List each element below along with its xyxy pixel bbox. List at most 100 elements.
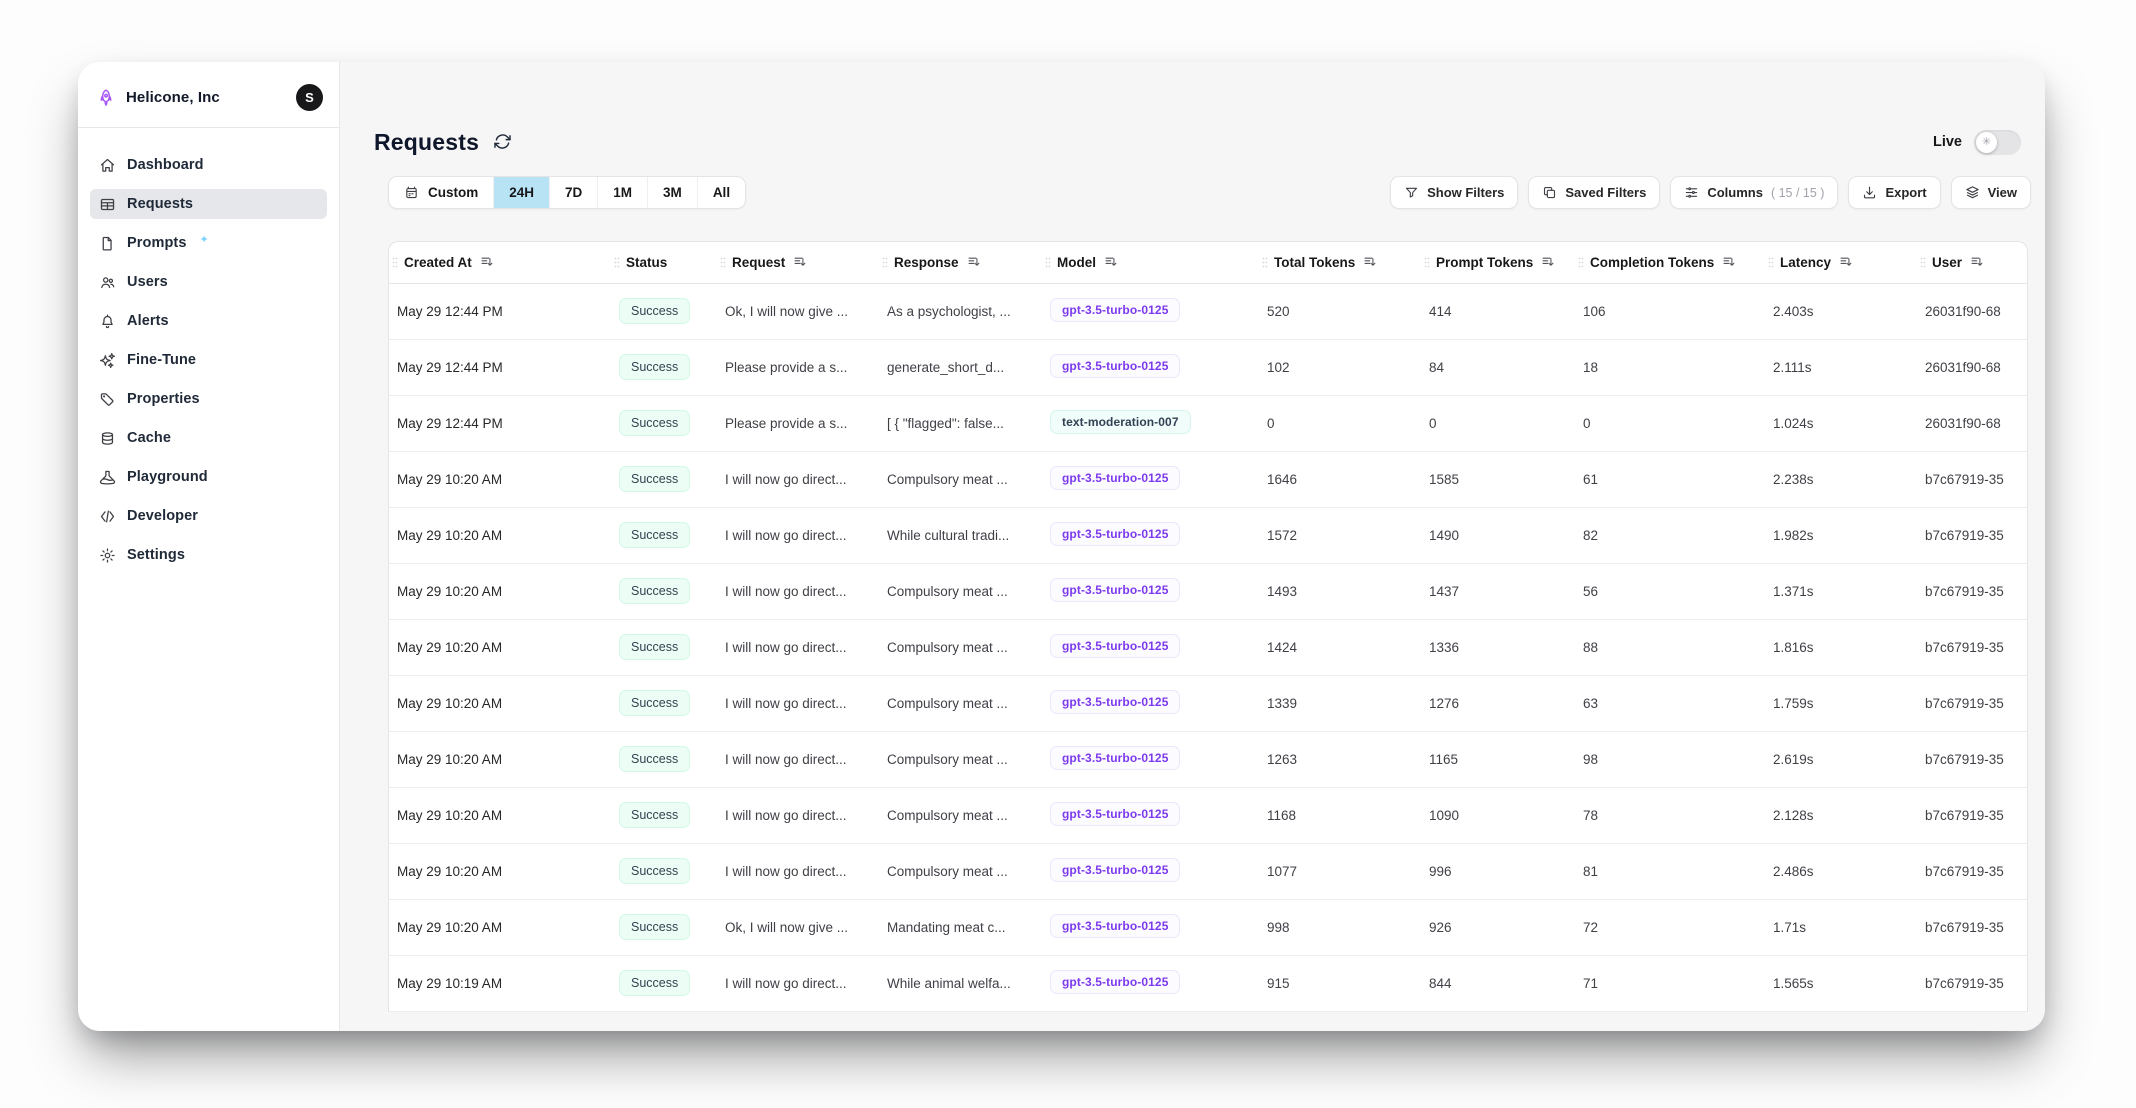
drag-handle-icon[interactable] — [1423, 256, 1431, 269]
column-header-status[interactable]: Status — [611, 242, 717, 283]
columns-button[interactable]: Columns( 15 / 15 ) — [1670, 176, 1838, 209]
table-row[interactable]: May 29 12:44 PMSuccessPlease provide a s… — [389, 339, 2028, 395]
column-header-prompt-tokens[interactable]: Prompt Tokens — [1421, 242, 1575, 283]
cell-user: b7c67919-35 — [1917, 563, 2028, 619]
column-header-model[interactable]: Model — [1042, 242, 1259, 283]
column-header-latency[interactable]: Latency — [1765, 242, 1917, 283]
cell-response: While cultural tradi... — [879, 507, 1042, 563]
export-button[interactable]: Export — [1848, 176, 1940, 209]
drag-handle-icon[interactable] — [1261, 256, 1269, 269]
cell-completion-tokens: 81 — [1575, 843, 1765, 899]
table-row[interactable]: May 29 10:20 AMSuccessI will now go dire… — [389, 507, 2028, 563]
sidebar-item-users[interactable]: Users — [90, 267, 327, 297]
column-header-user[interactable]: User — [1917, 242, 2028, 283]
drag-handle-icon[interactable] — [1919, 256, 1927, 269]
sort-icon[interactable] — [480, 255, 494, 269]
column-header-request[interactable]: Request — [717, 242, 879, 283]
sidebar-item-cache[interactable]: Cache — [90, 423, 327, 453]
sidebar-item-dashboard[interactable]: Dashboard — [90, 150, 327, 180]
cell-request: Ok, I will now give ... — [717, 283, 879, 339]
cell-request: I will now go direct... — [717, 675, 879, 731]
table-row[interactable]: May 29 10:20 AMSuccessI will now go dire… — [389, 675, 2028, 731]
sparkles-icon — [99, 352, 116, 369]
rocket-icon — [96, 88, 116, 108]
cell-prompt-tokens: 1276 — [1421, 675, 1575, 731]
refresh-button[interactable] — [493, 132, 513, 152]
sort-icon[interactable] — [1541, 255, 1555, 269]
cell-completion-tokens: 61 — [1575, 451, 1765, 507]
sidebar-item-settings[interactable]: Settings — [90, 540, 327, 570]
time-range-7d[interactable]: 7D — [549, 177, 597, 208]
sort-icon[interactable] — [1839, 255, 1853, 269]
cell-model: gpt-3.5-turbo-0125 — [1042, 675, 1259, 731]
sort-icon[interactable] — [1104, 255, 1118, 269]
drag-handle-icon[interactable] — [719, 256, 727, 269]
sidebar-item-fine-tune[interactable]: Fine-Tune — [90, 345, 327, 375]
table-row[interactable]: May 29 10:20 AMSuccessI will now go dire… — [389, 787, 2028, 843]
model-badge: gpt-3.5-turbo-0125 — [1050, 298, 1180, 322]
column-header-completion-tokens[interactable]: Completion Tokens — [1575, 242, 1765, 283]
sort-icon[interactable] — [1970, 255, 1984, 269]
time-range-1m[interactable]: 1M — [597, 177, 647, 208]
cell-created-at: May 29 12:44 PM — [389, 339, 611, 395]
table-row[interactable]: May 29 10:20 AMSuccessI will now go dire… — [389, 451, 2028, 507]
table-row[interactable]: May 29 10:20 AMSuccessI will now go dire… — [389, 619, 2028, 675]
cell-total-tokens: 998 — [1259, 899, 1421, 955]
time-range-all[interactable]: All — [697, 177, 745, 208]
view-button[interactable]: View — [1951, 176, 2031, 209]
show-filters-button[interactable]: Show Filters — [1390, 176, 1518, 209]
cell-total-tokens: 1493 — [1259, 563, 1421, 619]
drag-handle-icon[interactable] — [1044, 256, 1052, 269]
time-range-3m[interactable]: 3M — [647, 177, 697, 208]
table-row[interactable]: May 29 10:20 AMSuccessI will now go dire… — [389, 563, 2028, 619]
sidebar-item-alerts[interactable]: Alerts — [90, 306, 327, 336]
status-badge: Success — [619, 970, 690, 996]
column-header-total-tokens[interactable]: Total Tokens — [1259, 242, 1421, 283]
cell-request: I will now go direct... — [717, 731, 879, 787]
sidebar-item-playground[interactable]: Playground — [90, 462, 327, 492]
cell-prompt-tokens: 996 — [1421, 843, 1575, 899]
column-header-response[interactable]: Response — [879, 242, 1042, 283]
cell-latency: 2.403s — [1765, 283, 1917, 339]
drag-handle-icon[interactable] — [391, 256, 399, 269]
sort-icon[interactable] — [1722, 255, 1736, 269]
cell-user: b7c67919-35 — [1917, 507, 2028, 563]
status-badge: Success — [619, 802, 690, 828]
cell-latency: 1.816s — [1765, 619, 1917, 675]
cell-model: text-moderation-007 — [1042, 395, 1259, 451]
cell-created-at: May 29 10:20 AM — [389, 451, 611, 507]
sort-icon[interactable] — [1363, 255, 1377, 269]
table-row[interactable]: May 29 10:20 AMSuccessI will now go dire… — [389, 731, 2028, 787]
sidebar-item-properties[interactable]: Properties — [90, 384, 327, 414]
download-icon — [1862, 185, 1877, 200]
cell-status: Success — [611, 731, 717, 787]
sort-icon[interactable] — [967, 255, 981, 269]
cell-created-at: May 29 10:20 AM — [389, 675, 611, 731]
status-badge: Success — [619, 522, 690, 548]
sidebar-item-prompts[interactable]: Prompts✦ — [90, 228, 327, 258]
drag-handle-icon[interactable] — [881, 256, 889, 269]
requests-table: Created AtStatusRequestResponseModelTota… — [388, 241, 2028, 1012]
cell-prompt-tokens: 1490 — [1421, 507, 1575, 563]
sidebar-item-developer[interactable]: Developer — [90, 501, 327, 531]
org-switcher[interactable]: Helicone, Inc S — [78, 62, 339, 127]
avatar[interactable]: S — [296, 84, 323, 111]
sort-icon[interactable] — [793, 255, 807, 269]
drag-handle-icon[interactable] — [1767, 256, 1775, 269]
users-icon — [99, 274, 116, 291]
time-range-custom[interactable]: Custom — [389, 177, 493, 208]
live-toggle[interactable]: ✳ — [1974, 130, 2021, 155]
saved-filters-button[interactable]: Saved Filters — [1528, 176, 1660, 209]
time-range-24h[interactable]: 24H — [493, 177, 549, 208]
cell-status: Success — [611, 843, 717, 899]
table-row[interactable]: May 29 12:44 PMSuccessPlease provide a s… — [389, 395, 2028, 451]
column-header-created-at[interactable]: Created At — [389, 242, 611, 283]
table-row[interactable]: May 29 12:44 PMSuccessOk, I will now giv… — [389, 283, 2028, 339]
table-row[interactable]: May 29 10:20 AMSuccessOk, I will now giv… — [389, 899, 2028, 955]
drag-handle-icon[interactable] — [613, 256, 621, 269]
table-row[interactable]: May 29 10:19 AMSuccessI will now go dire… — [389, 955, 2028, 1011]
drag-handle-icon[interactable] — [1577, 256, 1585, 269]
sidebar-item-requests[interactable]: Requests — [90, 189, 327, 219]
cell-completion-tokens: 78 — [1575, 787, 1765, 843]
table-row[interactable]: May 29 10:20 AMSuccessI will now go dire… — [389, 843, 2028, 899]
